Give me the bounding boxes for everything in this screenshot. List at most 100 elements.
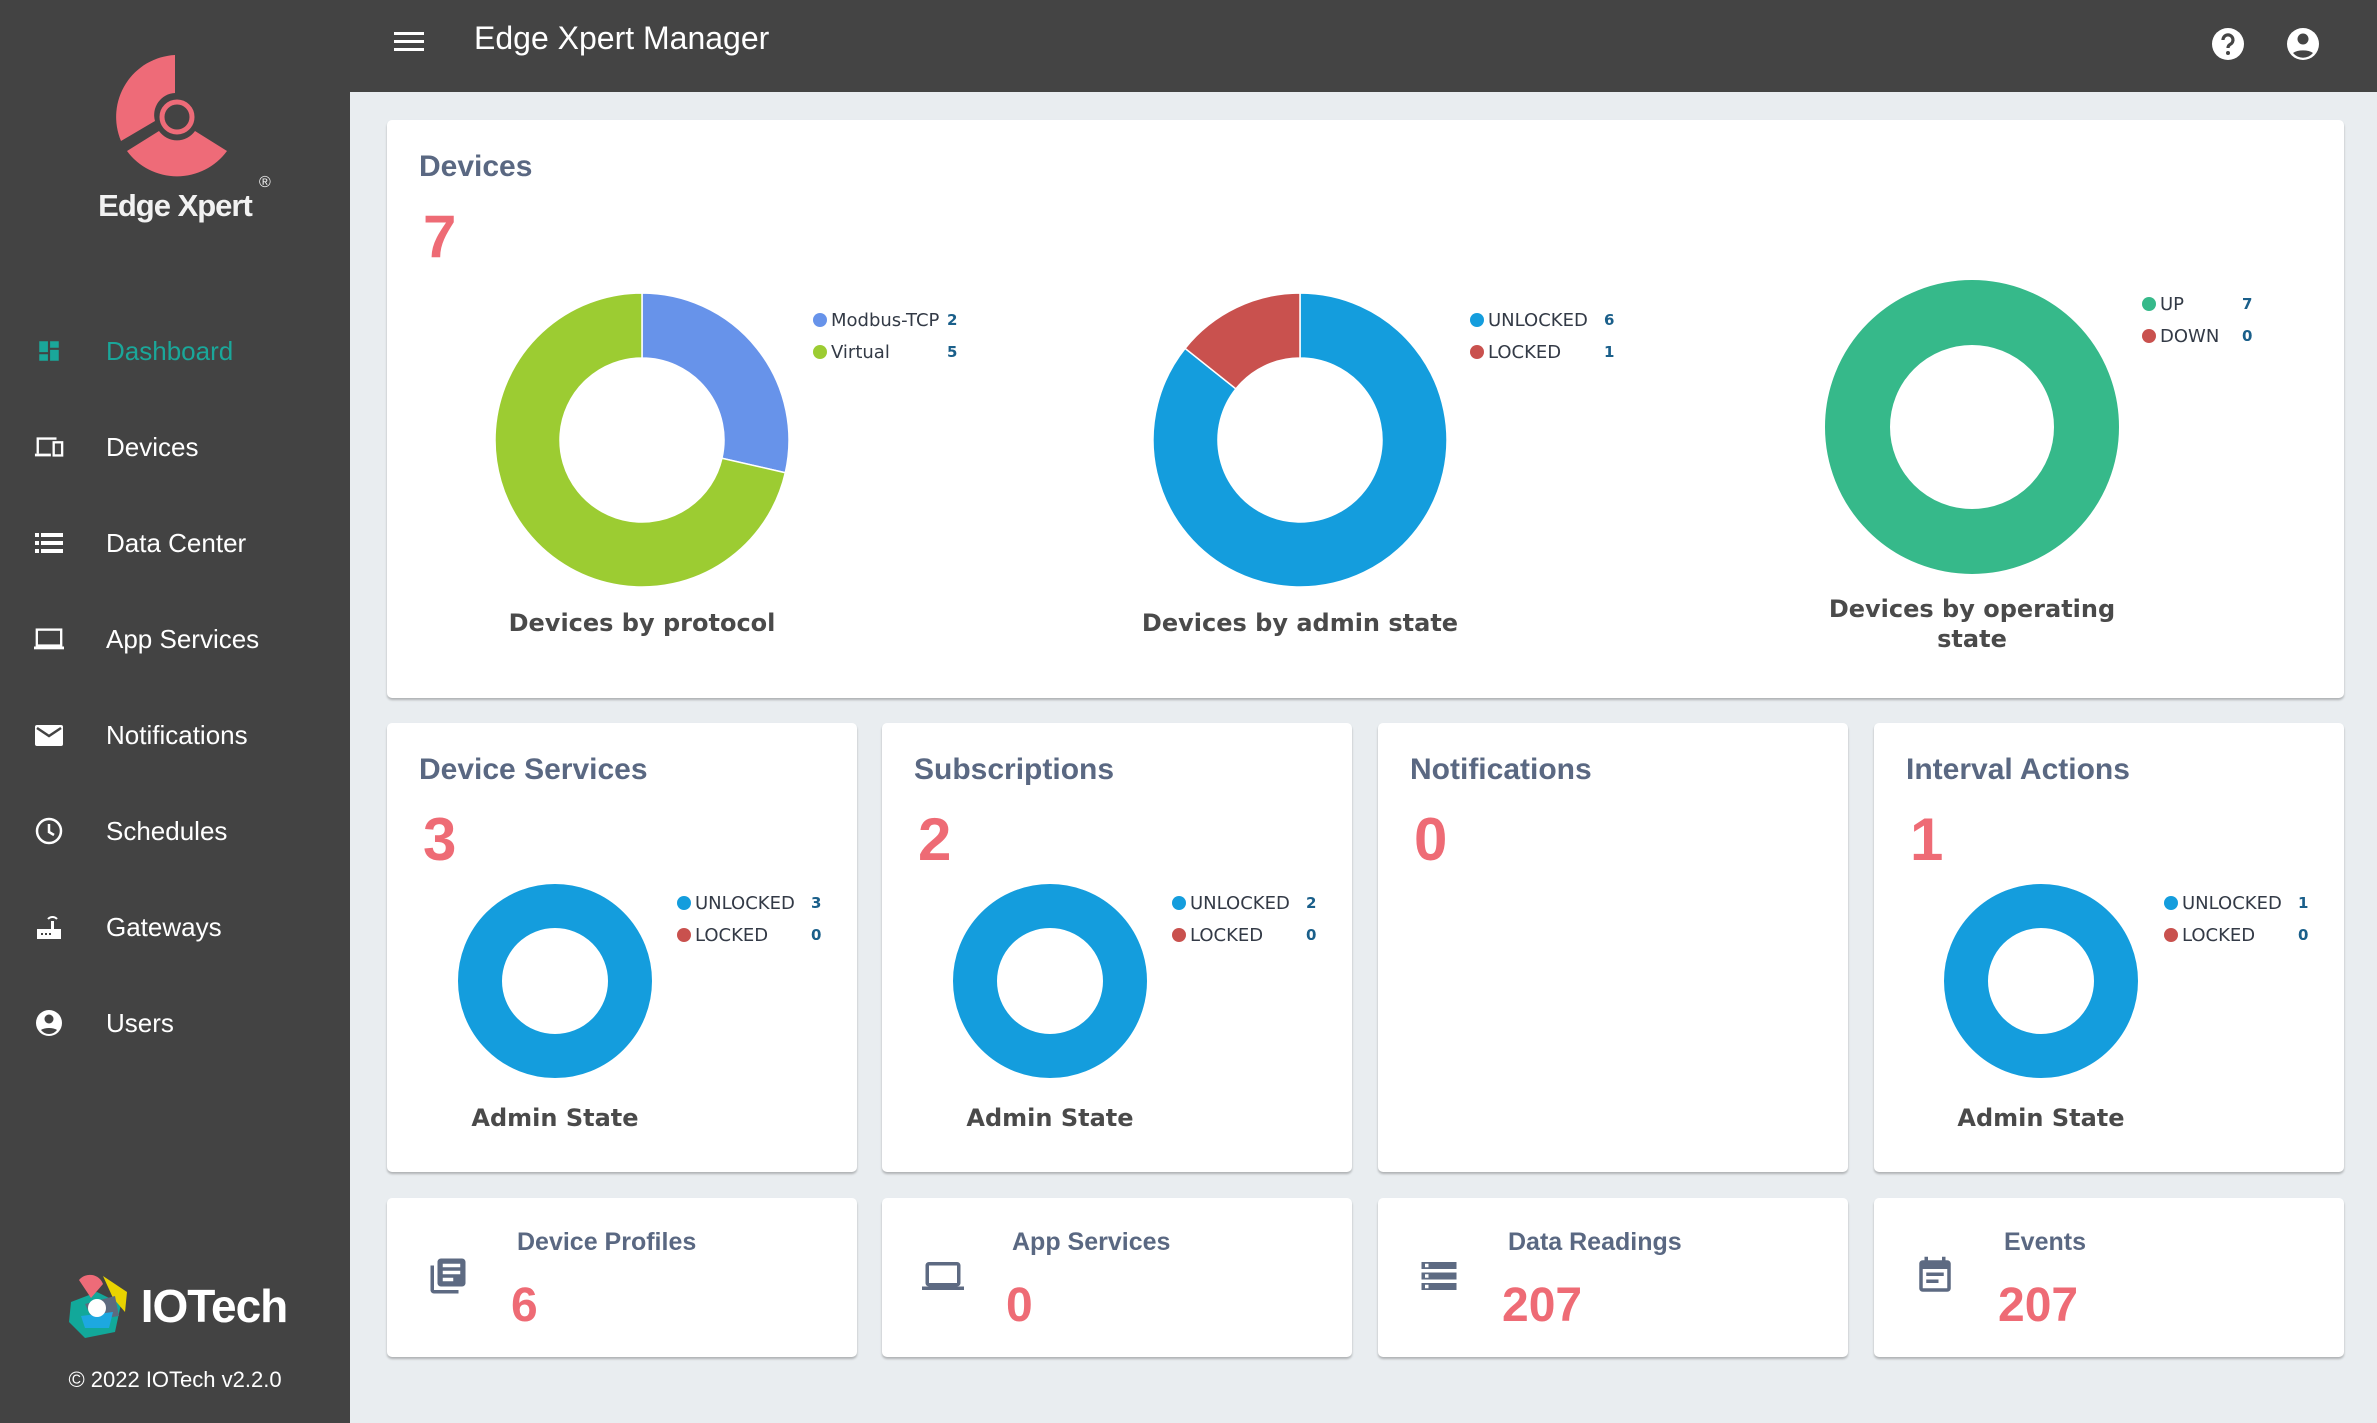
menu-button[interactable] [394, 30, 426, 58]
sidebar-item-gateways[interactable]: Gateways [0, 879, 350, 975]
menu-icon [394, 32, 424, 51]
chart-legend: UP 7 DOWN 0 [2142, 288, 2252, 352]
legend-value: 0 [2242, 327, 2253, 345]
legend-label: Virtual [831, 341, 890, 363]
sidebar-item-users[interactable]: Users [0, 975, 350, 1071]
legend-item[interactable]: LOCKED 0 [2164, 919, 2308, 951]
subscriptions-card[interactable]: Subscriptions 2 UNLOCKED 2 LOCKED 0 Admin S… [882, 723, 1352, 1172]
interval-actions-card[interactable]: Interval Actions 1 UNLOCKED 1 LOCKED 0 Admi… [1874, 723, 2344, 1172]
stat-count: 207 [1998, 1279, 2079, 1332]
legend-value: 6 [1604, 311, 1615, 329]
stat-count: 0 [1006, 1279, 1033, 1332]
donut-chart[interactable] [1822, 277, 2122, 577]
sidebar-item-schedules[interactable]: Schedules [0, 783, 350, 879]
donut-chart[interactable] [492, 290, 792, 590]
legend-swatch [2142, 297, 2156, 311]
chart-caption: Admin State [1957, 1104, 2125, 1132]
stat-card-events[interactable]: Events 207 [1874, 1198, 2344, 1357]
card-count: 0 [1414, 806, 1448, 873]
sidebar-item-data-center[interactable]: Data Center [0, 495, 350, 591]
legend-item[interactable]: UNLOCKED 2 [1172, 887, 1316, 919]
legend-item[interactable]: UP 7 [2142, 288, 2252, 320]
app-title: Edge Xpert Manager [474, 20, 770, 56]
chart-legend: UNLOCKED 1 LOCKED 0 [2164, 887, 2308, 951]
edge-xpert-logo-icon [116, 55, 227, 177]
account-circle-icon [34, 1008, 64, 1038]
donut-slice-up[interactable] [1825, 280, 2119, 574]
topbar: Edge Xpert Manager [350, 0, 2377, 92]
sidebar-item-label: Notifications [106, 719, 248, 750]
stat-count: 207 [1502, 1279, 1583, 1332]
donut-slice-modbus-tcp[interactable] [641, 292, 790, 474]
donut-chart[interactable] [1943, 883, 2139, 1079]
legend-item[interactable]: DOWN 0 [2142, 320, 2252, 352]
legend-label: UNLOCKED [2182, 892, 2282, 914]
donut-slice-unlocked[interactable] [1944, 884, 2138, 1078]
card-count: 1 [1910, 806, 1944, 873]
sidebar-item-notifications[interactable]: Notifications [0, 687, 350, 783]
help-button[interactable] [2210, 26, 2246, 62]
legend-swatch [1470, 313, 1484, 327]
sidebar-item-label: Schedules [106, 815, 228, 846]
legend-label: LOCKED [1488, 341, 1562, 363]
legend-label: UP [2160, 293, 2185, 315]
legend-item[interactable]: LOCKED 0 [1172, 919, 1316, 951]
legend-item[interactable]: UNLOCKED 1 [2164, 887, 2308, 919]
donut-chart[interactable] [952, 883, 1148, 1079]
vendor-name: IOTech [140, 1280, 289, 1332]
legend-value: 1 [2298, 894, 2309, 912]
stat-card-device-profiles[interactable]: Device Profiles 6 [387, 1198, 857, 1357]
legend-swatch [677, 928, 691, 942]
donut-slice-unlocked[interactable] [953, 884, 1147, 1078]
legend-item[interactable]: LOCKED 0 [677, 919, 821, 951]
legend-item[interactable]: UNLOCKED 6 [1470, 304, 1614, 336]
laptop-icon [922, 1262, 964, 1290]
copyright-text: © 2022 IOTech v2.2.0 [68, 1367, 282, 1392]
library-books-icon [430, 1258, 466, 1294]
legend-label: LOCKED [695, 924, 769, 946]
legend-label: UNLOCKED [1190, 892, 1290, 914]
chart-legend: UNLOCKED 6 LOCKED 1 [1470, 304, 1614, 368]
legend-label: LOCKED [2182, 924, 2256, 946]
legend-label: Modbus-TCP [831, 309, 940, 331]
chart-caption: Admin State [966, 1104, 1134, 1132]
legend-item[interactable]: LOCKED 1 [1470, 336, 1614, 368]
sidebar-item-label: Data Center [106, 527, 247, 558]
card-count: 3 [423, 806, 457, 873]
legend-item[interactable]: Modbus-TCP 2 [813, 304, 957, 336]
sidebar-item-app-services[interactable]: App Services [0, 591, 350, 687]
device-services-card[interactable]: Device Services 3 UNLOCKED 3 LOCKED 0 Admin… [387, 723, 857, 1172]
brand-logo[interactable]: Edge Xpert ® [0, 55, 350, 224]
notifications-card[interactable]: Notifications 0 [1378, 723, 1848, 1172]
legend-swatch [2142, 329, 2156, 343]
vendor-logo: IOTech [0, 1270, 350, 1342]
stat-title: Data Readings [1508, 1228, 1682, 1256]
donut-chart[interactable] [1150, 290, 1450, 590]
card-title: Devices [419, 150, 533, 183]
chart-caption: Devices by protocol [508, 609, 776, 637]
devices-card[interactable]: Devices 7 Modbus-TCP 2 Virtual 5 Devices by… [387, 120, 2344, 698]
legend-swatch [2164, 896, 2178, 910]
legend-swatch [1172, 896, 1186, 910]
laptop-icon [34, 624, 64, 654]
account-button[interactable] [2285, 26, 2321, 62]
legend-label: UNLOCKED [695, 892, 795, 914]
storage-icon [1421, 1262, 1457, 1290]
sidebar-item-label: Gateways [106, 911, 222, 942]
legend-value: 1 [1604, 343, 1615, 361]
devices-icon [34, 432, 64, 462]
router-icon [34, 912, 64, 942]
legend-value: 5 [947, 343, 958, 361]
legend-value: 2 [947, 311, 958, 329]
legend-label: UNLOCKED [1488, 309, 1588, 331]
legend-item[interactable]: Virtual 5 [813, 336, 957, 368]
card-title: Subscriptions [914, 753, 1115, 786]
donut-slice-unlocked[interactable] [458, 884, 652, 1078]
sidebar-item-devices[interactable]: Devices [0, 399, 350, 495]
legend-value: 0 [811, 926, 822, 944]
stat-card-data-readings[interactable]: Data Readings 207 [1378, 1198, 1848, 1357]
legend-item[interactable]: UNLOCKED 3 [677, 887, 821, 919]
donut-chart[interactable] [457, 883, 653, 1079]
sidebar-item-dashboard[interactable]: Dashboard [0, 303, 350, 399]
stat-card-app-services[interactable]: App Services 0 [882, 1198, 1352, 1357]
